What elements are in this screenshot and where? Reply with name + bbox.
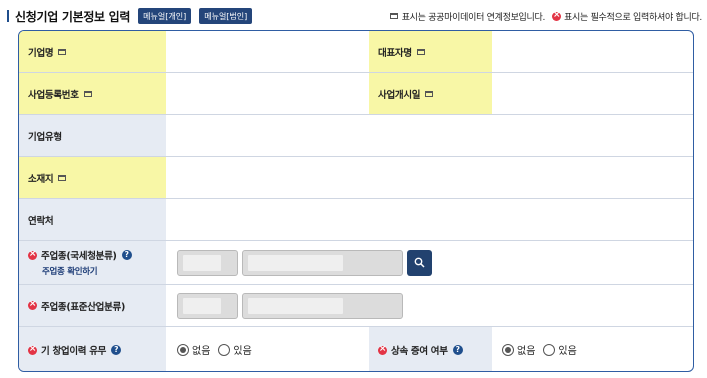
help-icon[interactable]: ? [452,345,463,355]
required-icon [28,344,37,355]
label-text: 주업종(국세청분류) [41,251,117,262]
radio-unchecked-icon[interactable] [218,343,231,356]
masked-value [248,255,343,271]
value-company-type [166,115,693,156]
inherit-gift-radio-group: 없음 있음 [502,342,585,357]
label-text: 대표자명 [378,47,412,59]
row-history: 기 창업이력 유무 ? 없음 있음 상속 증여 여부 ? 없 [19,327,693,371]
required-icon [552,10,562,21]
std-industry-code-input[interactable] [177,293,238,319]
masked-value [248,298,343,314]
row-company-type: 기업유형 [19,115,693,157]
label-main-industry-tax: 주업종(국세청분류) ? 주업종 확인하기 [19,241,166,284]
radio-unchecked-icon[interactable] [543,343,556,356]
manual-individual-button[interactable]: 메뉴얼[개인] [138,8,192,24]
company-info-form: 기업명 대표자명 사업등록번호 사업개시일 기업유형 소재지 연락처 × 주업종… [18,30,694,372]
value-address [166,157,693,198]
label-text: 주업종(표준산업분류) [41,301,126,313]
radio-checked-icon[interactable] [502,343,514,356]
value-company-name [166,31,369,72]
value-ceo-name [492,31,693,72]
value-contact [166,199,693,240]
help-icon[interactable]: ? [111,345,122,355]
radio-label: 있음 [233,346,252,357]
label-inherit-gift: 상속 증여 여부 ? [369,327,492,371]
title-accent-bar [7,10,9,22]
legend-public-text: 표시는 공공마이데이터 연계정보입니다. [401,12,546,23]
public-data-icon [58,48,67,55]
required-icon [28,249,37,260]
label-contact: 연락처 [19,199,166,240]
required-icon [378,344,387,355]
label-prior-startup: 기 창업이력 유무 ? [19,327,166,371]
masked-value [183,298,221,314]
label-text: 상속 증여 여부 [391,346,448,357]
radio-label: 없음 [517,346,536,357]
label-business-start: 사업개시일 [369,73,492,114]
label-text: 사업개시일 [378,89,421,101]
industry-code-input[interactable] [177,250,238,276]
radio-label: 없음 [192,346,211,357]
label-text: 기 창업이력 유무 [41,346,107,357]
required-icon [28,299,37,310]
legend-required-text: 표시는 필수적으로 입력하셔야 합니다. [564,12,702,23]
masked-value [183,255,221,271]
row-main-industry-std: 주업종(표준산업분류) [19,285,693,327]
label-main-industry-std: 주업종(표준산업분류) [19,285,166,326]
radio-inherit-exists[interactable]: 있음 [543,342,577,357]
main-industry-check-link[interactable]: 주업종 확인하기 [28,265,166,277]
value-business-start [492,73,693,114]
manual-corporate-button[interactable]: 메뉴얼[법인] [199,8,253,24]
label-company-name: 기업명 [19,31,166,72]
public-data-icon [425,90,434,97]
radio-prior-exists[interactable]: 있음 [218,342,252,357]
industry-search-button[interactable] [407,250,432,276]
legend: 표시는 공공마이데이터 연계정보입니다. 표시는 필수적으로 입력하셔야 합니다… [385,10,702,23]
radio-label: 있음 [558,346,577,357]
label-text: 기업유형 [28,131,62,143]
label-address: 소재지 [19,157,166,198]
help-icon[interactable]: ? [121,250,132,260]
row-contact: 연락처 [19,199,693,241]
label-text: 소재지 [28,173,54,185]
label-business-reg-no: 사업등록번호 [19,73,166,114]
radio-inherit-none[interactable]: 없음 [502,342,535,357]
row-company-name: 기업명 대표자명 [19,31,693,73]
value-business-reg-no [166,73,369,114]
prior-startup-radio-group: 없음 있음 [177,342,260,357]
section-title: 신청기업 기본정보 입력 [15,9,131,24]
section-header: 신청기업 기본정보 입력 메뉴얼[개인] 메뉴얼[법인] 표시는 공공마이데이터… [7,6,702,26]
label-text: 사업등록번호 [28,89,79,101]
radio-checked-icon[interactable] [177,343,189,356]
radio-prior-none[interactable]: 없음 [177,342,210,357]
public-data-icon [416,48,425,55]
label-text: 연락처 [28,215,54,227]
label-company-type: 기업유형 [19,115,166,156]
row-address: 소재지 [19,157,693,199]
public-data-icon [83,90,92,97]
industry-name-input[interactable] [242,250,403,276]
search-icon [414,257,425,268]
label-text: 기업명 [28,47,54,59]
public-data-icon [389,13,398,19]
std-industry-name-input[interactable] [242,293,403,319]
public-data-icon [58,174,67,181]
label-ceo-name: 대표자명 [369,31,492,72]
row-business-reg: 사업등록번호 사업개시일 [19,73,693,115]
row-main-industry-tax: 주업종(국세청분류) ? 주업종 확인하기 [19,241,693,285]
